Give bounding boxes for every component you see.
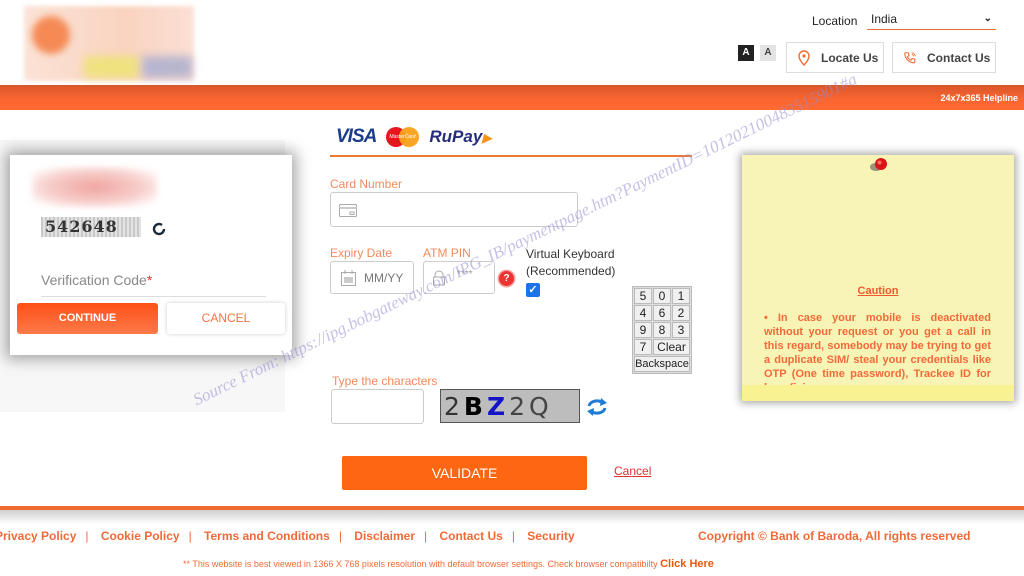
logo-yellow-band: [84, 56, 139, 78]
virtual-keypad: 5 0 1 4 6 2 9 8 3 7 Clear Backspace: [632, 286, 692, 374]
virtual-keyboard-checkbox[interactable]: ✓: [526, 283, 540, 297]
font-size-dark-button[interactable]: A: [738, 45, 754, 61]
rupay-logo: RuPay▶: [429, 127, 492, 146]
visa-logo: VISA: [336, 126, 377, 147]
refresh-icon[interactable]: [151, 221, 167, 237]
browser-note: ** This website is best viewed in 1366 X…: [183, 558, 714, 570]
copyright-text: Copyright © Bank of Baroda, All rights r…: [698, 529, 971, 543]
required-marker: *: [146, 272, 153, 288]
footer-link-security[interactable]: Security: [527, 529, 574, 543]
form-divider: [330, 155, 692, 157]
modal-logo: [32, 167, 157, 207]
captcha-refresh-icon[interactable]: [586, 397, 608, 417]
keypad-backspace-key[interactable]: Backspace: [634, 356, 690, 372]
atm-pin-label: ATM PIN: [423, 246, 471, 260]
virtual-keyboard-title: Virtual Keyboard: [526, 247, 615, 261]
verification-placeholder: Verification Code: [41, 272, 147, 288]
map-pin-icon: [798, 49, 810, 66]
mastercard-logo: MasterCard: [386, 127, 420, 147]
footer-link-disclaimer[interactable]: Disclaimer: [354, 529, 415, 543]
credit-card-icon: [339, 204, 357, 217]
bank-logo[interactable]: [24, 6, 194, 81]
validate-button[interactable]: VALIDATE: [342, 456, 587, 490]
phone-icon: [904, 51, 916, 63]
atm-pin-placeholder: ****: [457, 269, 473, 280]
keypad-key[interactable]: 5: [634, 288, 652, 304]
keypad-key[interactable]: 7: [634, 339, 652, 355]
note-scroll-fade: [742, 385, 1014, 401]
expiry-date-label: Expiry Date: [330, 246, 393, 260]
pushpin-icon: [870, 158, 887, 171]
input-underline: [41, 296, 266, 297]
verification-code-input[interactable]: Verification Code*: [41, 272, 152, 288]
keypad-key[interactable]: 6: [653, 305, 671, 321]
footer-link-contact[interactable]: Contact Us: [439, 529, 502, 543]
cancel-link[interactable]: Cancel: [614, 464, 651, 478]
keypad-key[interactable]: 9: [634, 322, 652, 338]
logo-blue-band: [142, 56, 192, 78]
footer-shade: [0, 510, 1024, 524]
keypad-clear-key[interactable]: Clear: [653, 339, 690, 355]
browser-note-text: ** This website is best viewed in 1366 X…: [183, 559, 658, 569]
continue-button[interactable]: CONTINUE: [17, 303, 158, 334]
contact-us-button[interactable]: Contact Us: [892, 42, 996, 73]
verification-captcha-image: 542648: [41, 217, 141, 237]
footer-link-cookie[interactable]: Cookie Policy: [101, 529, 180, 543]
keypad-key[interactable]: 8: [653, 322, 671, 338]
footer-links: Privacy Policy | Cookie Policy | Terms and…: [0, 529, 575, 543]
location-label: Location: [812, 14, 858, 28]
expiry-date-input[interactable]: MM/YY: [330, 261, 414, 294]
calendar-icon: [341, 270, 356, 286]
card-number-input[interactable]: [330, 192, 578, 227]
locate-us-label: Locate Us: [821, 50, 879, 65]
virtual-keyboard-note: (Recommended): [526, 264, 616, 278]
helpline-link[interactable]: 24x7x365 Helpline: [940, 93, 1018, 103]
footer-link-terms[interactable]: Terms and Conditions: [204, 529, 330, 543]
virtual-keyboard-label: Virtual Keyboard (Recommended): [526, 246, 615, 280]
captcha-input[interactable]: [331, 389, 424, 424]
atm-pin-input[interactable]: ****: [423, 261, 495, 294]
caution-note: Caution • In case your mobile is deactiv…: [742, 155, 1014, 401]
font-size-light-button[interactable]: A: [760, 45, 776, 61]
captcha-label: Type the characters: [332, 374, 438, 388]
verification-modal: 542648 Verification Code* CONTINUE CANCE…: [10, 155, 292, 355]
help-icon[interactable]: ?: [499, 271, 514, 286]
keypad-key[interactable]: 0: [653, 288, 671, 304]
chevron-down-icon: ⌄: [983, 13, 992, 24]
caution-text: • In case your mobile is deactivated wit…: [764, 312, 991, 394]
location-select[interactable]: India ⌄: [867, 10, 996, 30]
locate-us-button[interactable]: Locate Us: [786, 42, 884, 73]
keypad-key[interactable]: 3: [672, 322, 690, 338]
card-number-label: Card Number: [330, 177, 403, 191]
keypad-key[interactable]: 1: [672, 288, 690, 304]
keypad-key[interactable]: 2: [672, 305, 690, 321]
keypad-key[interactable]: 4: [634, 305, 652, 321]
caution-title: Caution: [857, 285, 899, 297]
captcha-image: 2BZ2Q: [440, 389, 580, 423]
lock-icon: [433, 270, 445, 286]
card-brand-logos: VISA MasterCard RuPay▶: [336, 126, 492, 148]
modal-cancel-button[interactable]: CANCEL: [167, 303, 285, 334]
contact-us-label: Contact Us: [927, 50, 991, 65]
expiry-placeholder: MM/YY: [364, 271, 404, 285]
click-here-link[interactable]: Click Here: [660, 558, 714, 570]
header-orange-bar: 24x7x365 Helpline: [0, 85, 1024, 110]
footer-link-privacy[interactable]: Privacy Policy: [0, 529, 76, 543]
logo-sun-mark: [32, 16, 70, 54]
location-value: India: [871, 12, 898, 26]
